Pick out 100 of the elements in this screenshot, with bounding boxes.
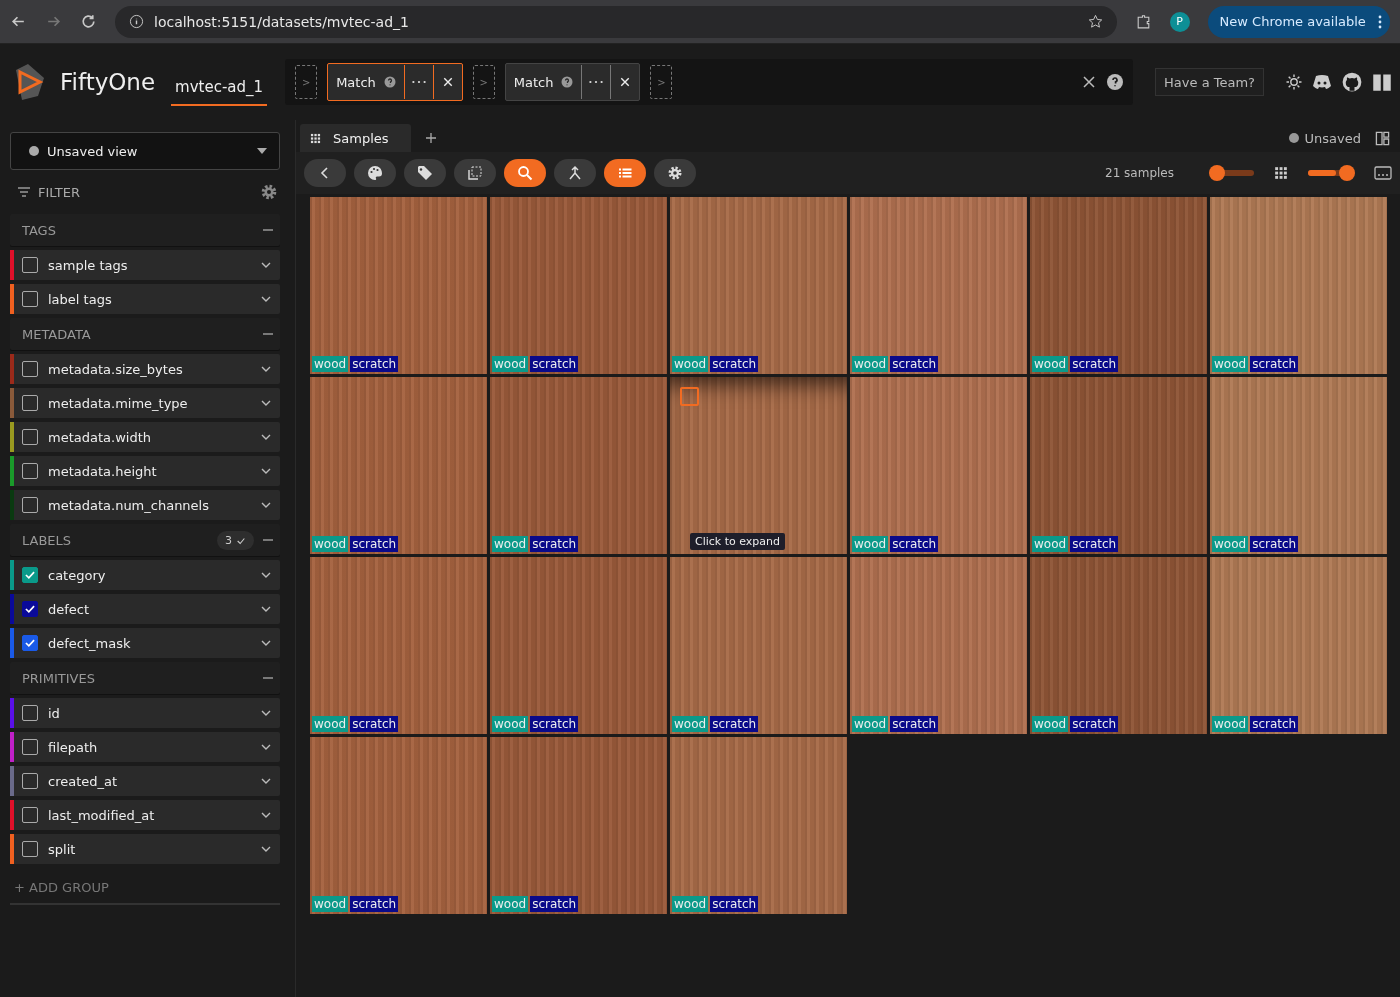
samples-tab[interactable]: Samples	[300, 124, 411, 152]
field-row[interactable]: label tags	[10, 284, 280, 314]
address-bar[interactable]: localhost:5151/datasets/mvtec-ad_1	[115, 5, 1117, 38]
checkbox[interactable]	[22, 361, 38, 377]
field-row[interactable]: id	[10, 698, 280, 728]
checkbox[interactable]	[22, 841, 38, 857]
merge-button[interactable]	[554, 159, 596, 187]
chat-icon[interactable]	[1312, 72, 1332, 92]
checkbox[interactable]	[22, 463, 38, 479]
field-row[interactable]: metadata.height	[10, 456, 280, 486]
group-header[interactable]: LABELS 3	[10, 524, 280, 556]
count-badge[interactable]: 3	[217, 530, 254, 550]
group-header[interactable]: TAGS	[10, 214, 280, 246]
screen-icon[interactable]	[1374, 165, 1392, 181]
profile-avatar[interactable]: P	[1169, 11, 1190, 32]
list-button[interactable]	[604, 159, 646, 187]
search-button[interactable]	[504, 159, 546, 187]
select-button[interactable]	[454, 159, 496, 187]
checkbox[interactable]	[22, 739, 38, 755]
help-icon[interactable]	[561, 76, 574, 88]
wood-photo[interactable]: wood scratch	[490, 737, 667, 914]
wood-photo[interactable]: wood scratch	[670, 197, 847, 374]
wood-photo[interactable]: wood scratch	[310, 377, 487, 554]
layout-icon[interactable]	[1375, 130, 1390, 146]
match-stage[interactable]: Match	[504, 63, 641, 101]
more-icon[interactable]	[1378, 15, 1382, 30]
slider-thumb[interactable]	[1208, 165, 1225, 181]
settings-icon[interactable]	[260, 183, 278, 201]
wood-photo[interactable]: wood scratch	[310, 737, 487, 914]
wood-photo[interactable]: wood scratch	[310, 197, 487, 374]
reload-icon[interactable]	[80, 13, 97, 30]
add-group-link[interactable]: + ADD GROUP	[10, 870, 280, 905]
wood-photo[interactable]: wood scratch	[1210, 557, 1387, 734]
field-row[interactable]: sample tags	[10, 250, 280, 280]
wood-photo[interactable]: Click to expand	[670, 377, 847, 554]
wood-photo[interactable]: wood scratch	[490, 557, 667, 734]
caret-icon[interactable]	[257, 148, 267, 154]
add-stage-button[interactable]: >	[472, 65, 495, 99]
book-icon[interactable]	[1372, 72, 1392, 92]
field-row[interactable]: metadata.mime_type	[10, 388, 280, 418]
field-row[interactable]: split	[10, 834, 280, 864]
wood-photo[interactable]: wood scratch	[490, 377, 667, 554]
checkbox[interactable]	[22, 257, 38, 273]
checkbox[interactable]	[22, 395, 38, 411]
checkbox[interactable]	[22, 497, 38, 513]
update-button[interactable]: New Chrome available	[1207, 5, 1390, 38]
checkbox[interactable]	[22, 291, 38, 307]
group-header[interactable]: METADATA	[10, 318, 280, 350]
checkbox[interactable]	[22, 773, 38, 789]
wood-photo[interactable]: wood scratch	[1030, 197, 1207, 374]
close-icon[interactable]	[1081, 74, 1098, 90]
wood-photo[interactable]: wood scratch	[310, 557, 487, 734]
help-icon[interactable]	[1107, 74, 1124, 90]
add-stage-button[interactable]: >	[295, 65, 318, 99]
field-row[interactable]: category	[10, 560, 280, 590]
wood-photo[interactable]: wood scratch	[1030, 377, 1207, 554]
wood-photo[interactable]: wood scratch	[850, 557, 1027, 734]
checkbox[interactable]	[22, 635, 38, 651]
palette-button[interactable]	[354, 159, 396, 187]
checkbox[interactable]	[22, 705, 38, 721]
wood-photo[interactable]: wood scratch	[670, 557, 847, 734]
tooltip: Click to expand	[690, 533, 785, 550]
field-row[interactable]: metadata.num_channels	[10, 490, 280, 520]
wood-photo[interactable]: wood scratch	[490, 197, 667, 374]
view-selector[interactable]: Unsaved view	[10, 132, 280, 170]
info-icon[interactable]	[129, 14, 144, 29]
field-row[interactable]: metadata.size_bytes	[10, 354, 280, 384]
select-checkbox[interactable]	[680, 387, 699, 406]
field-row[interactable]: defect_mask	[10, 628, 280, 658]
team-button[interactable]: Have a Team?	[1155, 68, 1264, 96]
grid-icon[interactable]	[1274, 166, 1288, 180]
checkbox[interactable]	[22, 601, 38, 617]
wood-photo[interactable]: wood scratch	[670, 737, 847, 914]
checkbox[interactable]	[22, 567, 38, 583]
back-button[interactable]	[304, 159, 346, 187]
field-label: metadata.width	[48, 429, 152, 445]
field-row[interactable]: last_modified_at	[10, 800, 280, 830]
wood-photo[interactable]: wood scratch	[1210, 377, 1387, 554]
wood-photo[interactable]: wood scratch	[850, 377, 1027, 554]
group-header[interactable]: PRIMITIVES	[10, 662, 280, 694]
checkbox[interactable]	[22, 429, 38, 445]
help-icon[interactable]	[383, 76, 396, 88]
wood-photo[interactable]: wood scratch	[1030, 557, 1207, 734]
sun-icon[interactable]	[1286, 74, 1302, 90]
tag-button[interactable]	[404, 159, 446, 187]
slider-thumb[interactable]	[1339, 165, 1356, 181]
star-icon[interactable]	[1087, 14, 1103, 29]
add-icon[interactable]	[424, 132, 437, 144]
add-stage-button[interactable]: >	[650, 65, 673, 99]
checkbox[interactable]	[22, 807, 38, 823]
match-stage[interactable]: Match	[327, 63, 463, 101]
field-row[interactable]: created_at	[10, 766, 280, 796]
wood-photo[interactable]: wood scratch	[1210, 197, 1387, 374]
field-row[interactable]: filepath	[10, 732, 280, 762]
github-icon[interactable]	[1342, 72, 1362, 92]
settings-button[interactable]	[654, 159, 696, 187]
wood-photo[interactable]: wood scratch	[850, 197, 1027, 374]
dataset-selector[interactable]: mvtec-ad_1	[171, 70, 268, 106]
field-row[interactable]: metadata.width	[10, 422, 280, 452]
field-row[interactable]: defect	[10, 594, 280, 624]
